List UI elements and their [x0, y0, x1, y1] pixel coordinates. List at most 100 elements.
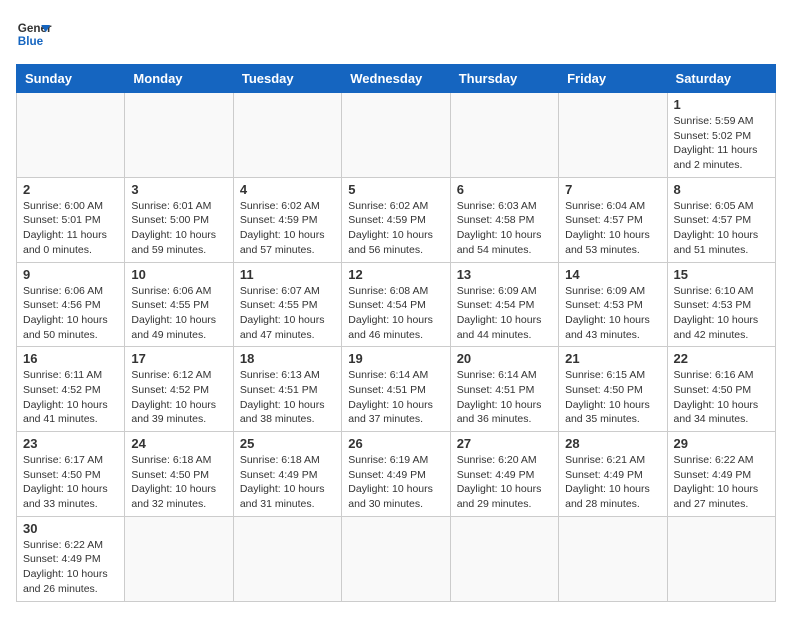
- week-row-2: 9 Sunrise: 6:06 AM Sunset: 4:56 PM Daylig…: [17, 262, 776, 347]
- page-header: General Blue: [16, 16, 776, 52]
- day-info: Sunrise: 6:22 AM Sunset: 4:49 PM Dayligh…: [674, 453, 769, 512]
- day-number: 13: [457, 267, 552, 282]
- calendar-cell: 7Sunrise: 6:04 AM Sunset: 4:57 PM Daylig…: [559, 177, 667, 262]
- weekday-header-thursday: Thursday: [450, 65, 558, 93]
- calendar-cell: [125, 516, 233, 601]
- calendar-cell: 26Sunrise: 6:19 AM Sunset: 4:49 PM Dayli…: [342, 432, 450, 517]
- calendar-cell: 21 Sunrise: 6:15 AM Sunset: 4:50 PM Dayli…: [559, 347, 667, 432]
- day-info: Sunrise: 6:19 AM Sunset: 4:49 PM Dayligh…: [348, 453, 443, 512]
- week-row-5: 30Sunrise: 6:22 AM Sunset: 4:49 PM Dayli…: [17, 516, 776, 601]
- calendar-cell: 10 Sunrise: 6:06 AM Sunset: 4:55 PM Dayli…: [125, 262, 233, 347]
- calendar-cell: [559, 93, 667, 178]
- day-info: Sunrise: 6:20 AM Sunset: 4:49 PM Dayligh…: [457, 453, 552, 512]
- weekday-header-wednesday: Wednesday: [342, 65, 450, 93]
- day-info: Sunrise: 6:03 AM Sunset: 4:58 PM Dayligh…: [457, 199, 552, 258]
- day-info: Sunrise: 6:00 AM Sunset: 5:01 PM Dayligh…: [23, 199, 118, 258]
- day-info: Sunrise: 6:02 AM Sunset: 4:59 PM Dayligh…: [240, 199, 335, 258]
- logo: General Blue: [16, 16, 52, 52]
- day-info: Sunrise: 6:14 AM Sunset: 4:51 PM Dayligh…: [457, 368, 552, 427]
- calendar-cell: 23Sunrise: 6:17 AM Sunset: 4:50 PM Dayli…: [17, 432, 125, 517]
- calendar-cell: [233, 516, 341, 601]
- calendar-cell: [667, 516, 775, 601]
- calendar-cell: 17Sunrise: 6:12 AM Sunset: 4:52 PM Dayli…: [125, 347, 233, 432]
- day-number: 14: [565, 267, 660, 282]
- day-number: 2: [23, 182, 118, 197]
- day-number: 12: [348, 267, 443, 282]
- day-info: Sunrise: 6:11 AM Sunset: 4:52 PM Dayligh…: [23, 368, 118, 427]
- calendar-cell: 4 Sunrise: 6:02 AM Sunset: 4:59 PM Daylig…: [233, 177, 341, 262]
- day-info: Sunrise: 6:06 AM Sunset: 4:56 PM Dayligh…: [23, 284, 118, 343]
- day-info: Sunrise: 6:01 AM Sunset: 5:00 PM Dayligh…: [131, 199, 226, 258]
- day-info: Sunrise: 6:15 AM Sunset: 4:50 PM Dayligh…: [565, 368, 660, 427]
- day-number: 9: [23, 267, 118, 282]
- day-number: 19: [348, 351, 443, 366]
- calendar-cell: [342, 516, 450, 601]
- day-info: Sunrise: 6:21 AM Sunset: 4:49 PM Dayligh…: [565, 453, 660, 512]
- weekday-header-monday: Monday: [125, 65, 233, 93]
- day-info: Sunrise: 6:18 AM Sunset: 4:50 PM Dayligh…: [131, 453, 226, 512]
- day-info: Sunrise: 6:07 AM Sunset: 4:55 PM Dayligh…: [240, 284, 335, 343]
- day-number: 1: [674, 97, 769, 112]
- calendar-cell: [125, 93, 233, 178]
- day-number: 21: [565, 351, 660, 366]
- calendar-cell: 2 Sunrise: 6:00 AM Sunset: 5:01 PM Daylig…: [17, 177, 125, 262]
- day-number: 4: [240, 182, 335, 197]
- day-number: 29: [674, 436, 769, 451]
- week-row-1: 2 Sunrise: 6:00 AM Sunset: 5:01 PM Daylig…: [17, 177, 776, 262]
- day-info: Sunrise: 6:02 AM Sunset: 4:59 PM Dayligh…: [348, 199, 443, 258]
- calendar-cell: 30Sunrise: 6:22 AM Sunset: 4:49 PM Dayli…: [17, 516, 125, 601]
- calendar-cell: 24 Sunrise: 6:18 AM Sunset: 4:50 PM Dayli…: [125, 432, 233, 517]
- calendar-cell: 14 Sunrise: 6:09 AM Sunset: 4:53 PM Dayli…: [559, 262, 667, 347]
- week-row-4: 23Sunrise: 6:17 AM Sunset: 4:50 PM Dayli…: [17, 432, 776, 517]
- day-number: 11: [240, 267, 335, 282]
- day-number: 10: [131, 267, 226, 282]
- day-number: 5: [348, 182, 443, 197]
- day-info: Sunrise: 6:10 AM Sunset: 4:53 PM Dayligh…: [674, 284, 769, 343]
- weekday-header-friday: Friday: [559, 65, 667, 93]
- calendar-cell: [233, 93, 341, 178]
- day-number: 16: [23, 351, 118, 366]
- day-info: Sunrise: 5:59 AM Sunset: 5:02 PM Dayligh…: [674, 114, 769, 173]
- calendar-cell: 19 Sunrise: 6:14 AM Sunset: 4:51 PM Dayli…: [342, 347, 450, 432]
- day-info: Sunrise: 6:09 AM Sunset: 4:53 PM Dayligh…: [565, 284, 660, 343]
- calendar-cell: 9 Sunrise: 6:06 AM Sunset: 4:56 PM Daylig…: [17, 262, 125, 347]
- day-info: Sunrise: 6:04 AM Sunset: 4:57 PM Dayligh…: [565, 199, 660, 258]
- day-number: 6: [457, 182, 552, 197]
- svg-text:Blue: Blue: [18, 35, 44, 48]
- day-number: 20: [457, 351, 552, 366]
- calendar-cell: 3 Sunrise: 6:01 AM Sunset: 5:00 PM Daylig…: [125, 177, 233, 262]
- calendar-cell: [450, 516, 558, 601]
- day-info: Sunrise: 6:18 AM Sunset: 4:49 PM Dayligh…: [240, 453, 335, 512]
- calendar-cell: 27 Sunrise: 6:20 AM Sunset: 4:49 PM Dayli…: [450, 432, 558, 517]
- day-number: 15: [674, 267, 769, 282]
- day-number: 30: [23, 521, 118, 536]
- calendar-cell: 28 Sunrise: 6:21 AM Sunset: 4:49 PM Dayli…: [559, 432, 667, 517]
- calendar-cell: 6 Sunrise: 6:03 AM Sunset: 4:58 PM Daylig…: [450, 177, 558, 262]
- day-number: 24: [131, 436, 226, 451]
- calendar-cell: [17, 93, 125, 178]
- calendar-cell: 12Sunrise: 6:08 AM Sunset: 4:54 PM Dayli…: [342, 262, 450, 347]
- day-info: Sunrise: 6:14 AM Sunset: 4:51 PM Dayligh…: [348, 368, 443, 427]
- day-info: Sunrise: 6:06 AM Sunset: 4:55 PM Dayligh…: [131, 284, 226, 343]
- day-number: 8: [674, 182, 769, 197]
- calendar-cell: [450, 93, 558, 178]
- day-number: 27: [457, 436, 552, 451]
- calendar-cell: [342, 93, 450, 178]
- weekday-header-tuesday: Tuesday: [233, 65, 341, 93]
- calendar-cell: 18 Sunrise: 6:13 AM Sunset: 4:51 PM Dayli…: [233, 347, 341, 432]
- day-number: 28: [565, 436, 660, 451]
- day-info: Sunrise: 6:09 AM Sunset: 4:54 PM Dayligh…: [457, 284, 552, 343]
- calendar-cell: 11 Sunrise: 6:07 AM Sunset: 4:55 PM Dayli…: [233, 262, 341, 347]
- weekday-header-saturday: Saturday: [667, 65, 775, 93]
- day-number: 3: [131, 182, 226, 197]
- day-number: 18: [240, 351, 335, 366]
- day-number: 17: [131, 351, 226, 366]
- calendar-cell: 22 Sunrise: 6:16 AM Sunset: 4:50 PM Dayli…: [667, 347, 775, 432]
- weekday-header-row: SundayMondayTuesdayWednesdayThursdayFrid…: [17, 65, 776, 93]
- calendar-cell: 20 Sunrise: 6:14 AM Sunset: 4:51 PM Dayli…: [450, 347, 558, 432]
- logo-icon: General Blue: [16, 16, 52, 52]
- day-info: Sunrise: 6:13 AM Sunset: 4:51 PM Dayligh…: [240, 368, 335, 427]
- calendar-cell: 15 Sunrise: 6:10 AM Sunset: 4:53 PM Dayli…: [667, 262, 775, 347]
- day-info: Sunrise: 6:16 AM Sunset: 4:50 PM Dayligh…: [674, 368, 769, 427]
- day-number: 22: [674, 351, 769, 366]
